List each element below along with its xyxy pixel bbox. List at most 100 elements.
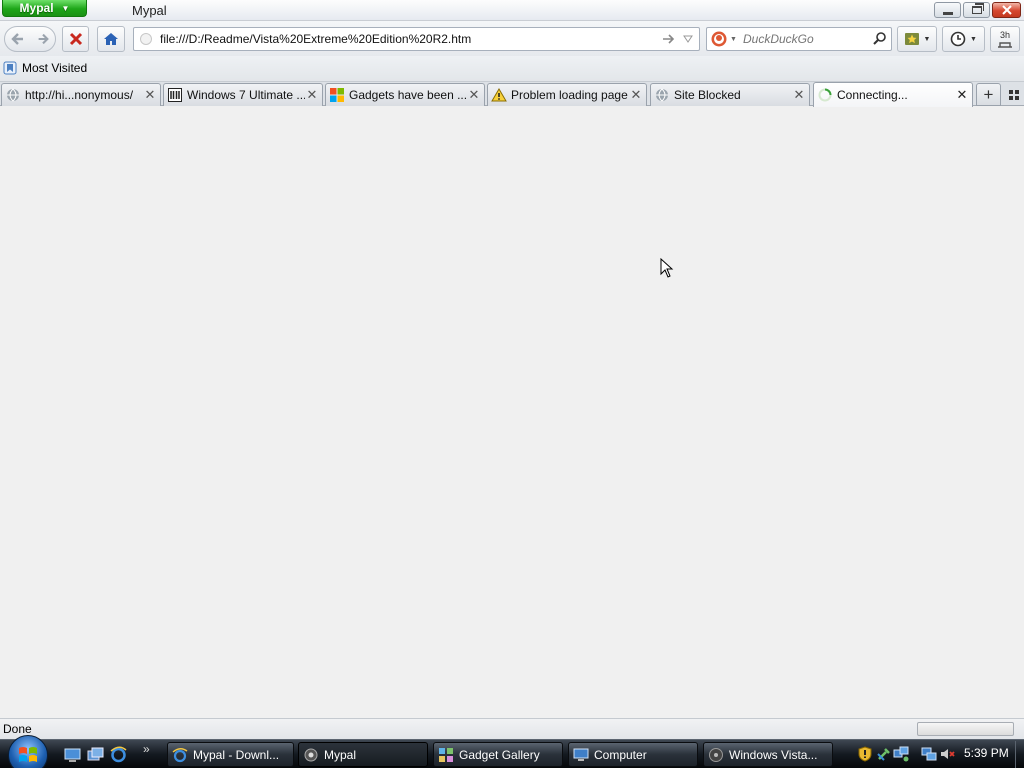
task-label: Mypal [324,747,357,762]
task-gadget-gallery[interactable]: Gadget Gallery [433,742,563,767]
volume-muted-icon[interactable] [939,746,955,762]
url-dropdown-icon[interactable] [682,31,694,47]
tab-windows-7-ultimate[interactable]: Windows 7 Ultimate ... ✕ [163,83,323,106]
computer-icon [573,747,589,763]
start-button[interactable] [8,735,48,768]
task-label: Computer [594,747,647,762]
chevron-down-icon: ▼ [970,35,977,43]
stop-icon [69,32,82,46]
quick-launch-more-button[interactable]: » [143,742,150,756]
close-tab-icon[interactable]: ✕ [467,87,481,103]
show-desktop-button[interactable] [1015,741,1023,768]
window-title: Mypal [132,3,167,18]
tab-connecting[interactable]: Connecting... ✕ [813,82,973,107]
plus-icon: + [983,84,994,104]
tab-label: Windows 7 Ultimate ... [187,88,305,102]
history-menu-button[interactable]: ▼ [942,26,985,52]
warning-icon [491,87,507,103]
restore-button[interactable] [963,2,990,18]
close-window-button[interactable] [992,2,1021,18]
app-menu-label: Mypal [19,1,54,15]
network-connection-icon[interactable] [921,746,937,762]
bookmark-most-visited[interactable]: Most Visited [3,61,87,75]
duckduckgo-icon [711,31,727,47]
tab-site-blocked[interactable]: Site Blocked ✕ [650,83,810,106]
extension-icon [998,42,1012,48]
switch-windows-icon[interactable] [87,746,104,763]
stop-button[interactable] [62,26,89,52]
show-desktop-icon[interactable] [64,746,81,763]
close-tab-icon[interactable]: ✕ [143,87,157,103]
close-tab-icon[interactable]: ✕ [955,87,969,103]
bookmarks-toolbar: Most Visited [0,56,1024,82]
chevron-down-icon: ▼ [730,35,737,43]
extension-label: 3h [999,30,1010,40]
tab-gadgets[interactable]: Gadgets have been ... ✕ [325,83,485,106]
home-icon [104,33,118,45]
site-identity-icon[interactable] [140,33,152,45]
windows-logo-icon [19,747,37,762]
close-tab-icon[interactable]: ✕ [629,87,643,103]
task-mypal[interactable]: Mypal [298,742,428,767]
search-icon[interactable] [872,31,888,47]
globe-icon [654,87,670,103]
tab-problem-loading[interactable]: Problem loading page ✕ [487,83,647,106]
home-button[interactable] [97,26,125,52]
security-shield-icon[interactable] [857,746,873,762]
globe-icon [5,87,21,103]
new-tab-button[interactable]: + [976,83,1001,106]
tab-label: Problem loading page [511,88,628,102]
mouse-cursor-icon [660,258,674,278]
loading-spinner-icon [817,87,833,103]
back-arrow-icon [10,33,23,45]
title-bar: Mypal ▼ Mypal [0,0,1024,21]
site-favicon-icon [167,87,183,103]
task-label: Mypal - Downl... [193,747,280,762]
close-tab-icon[interactable]: ✕ [792,87,806,103]
status-bar: Done [0,718,1024,739]
forward-arrow-icon [38,33,49,45]
task-label: Windows Vista... [729,747,818,762]
task-mypal-download[interactable]: Mypal - Downl... [167,742,294,767]
mypal-icon [303,747,319,763]
close-tab-icon[interactable]: ✕ [305,87,319,103]
restore-icon [971,3,984,14]
bookmark-folder-icon [3,61,17,75]
status-text: Done [3,722,32,736]
task-label: Gadget Gallery [459,747,540,762]
gadget-icon [438,747,454,763]
tab-anonymous[interactable]: http://hi...nonymous/ ✕ [1,83,161,106]
back-button[interactable] [5,31,30,47]
taskbar: » Mypal - Downl... Mypal Gadget Gallery … [0,735,1024,768]
url-bar[interactable]: file:///D:/Readme/Vista%20Extreme%20Edit… [133,27,700,51]
close-icon [1001,5,1012,15]
back-forward-group [4,26,56,52]
minimize-icon [942,11,953,15]
go-arrow-icon[interactable] [662,31,676,47]
page-content [0,107,1024,718]
chevron-down-icon: ▼ [923,35,931,43]
forward-button[interactable] [30,32,55,46]
tab-label: Connecting... [837,88,908,102]
media-icon [708,747,724,763]
tab-label: http://hi...nonymous/ [25,88,134,102]
network-icon[interactable] [893,746,909,762]
navigation-toolbar: file:///D:/Readme/Vista%20Extreme%20Edit… [0,21,1024,56]
task-windows-vista[interactable]: Windows Vista... [703,742,833,767]
app-menu-button[interactable]: Mypal ▼ [2,0,87,17]
bookmarks-menu-button[interactable]: ▼ [897,26,937,52]
chevron-down-icon: ▼ [61,3,70,13]
task-computer[interactable]: Computer [568,742,698,767]
ie-icon[interactable] [110,746,127,763]
tab-label: Gadgets have been ... [349,88,467,102]
all-tabs-icon[interactable] [1006,87,1022,103]
tools-icon[interactable] [876,746,892,762]
url-text[interactable]: file:///D:/Readme/Vista%20Extreme%20Edit… [160,32,471,46]
extension-button[interactable]: 3h [990,26,1020,52]
search-bar[interactable]: ▼ [706,27,892,51]
search-engine-selector[interactable]: ▼ [711,31,737,47]
clock[interactable]: 5:39 PM [964,746,1009,760]
star-bookmark-icon [904,33,919,45]
minimize-button[interactable] [934,2,961,18]
search-input[interactable] [743,32,873,46]
